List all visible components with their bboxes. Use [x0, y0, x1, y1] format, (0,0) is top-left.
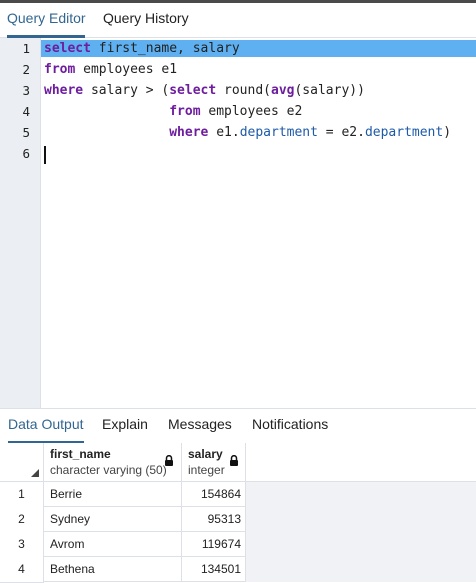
data-output-grid: first_name character varying (50) salary… [0, 443, 476, 583]
column-name: first_name [50, 447, 111, 461]
code-line-3: where salary > (select round(avg(salary)… [44, 80, 365, 101]
sql-text: employees e1 [75, 62, 178, 77]
line-number-gutter: 1 2 3 4 5 6 [0, 38, 41, 408]
grid-empty-area [246, 557, 476, 582]
line-number: 6 [22, 146, 30, 161]
tab-notifications[interactable]: Notifications [252, 409, 328, 443]
line-number: 4 [22, 104, 30, 119]
sql-text: ) [443, 125, 452, 140]
row-number[interactable]: 4 [0, 557, 44, 583]
sql-keyword: where [169, 125, 209, 140]
line-number: 1 [22, 41, 30, 56]
line-number: 2 [22, 62, 30, 77]
sql-identifier: department [239, 125, 318, 140]
text-cursor [44, 146, 46, 164]
column-header-salary[interactable]: salary integer [182, 443, 246, 482]
sql-text: = e2. [317, 125, 365, 140]
row-number[interactable]: 2 [0, 507, 44, 533]
select-all-corner-icon [31, 469, 39, 477]
output-tab-bar: Data Output Explain Messages Notificatio… [0, 408, 476, 444]
select-all-corner[interactable] [0, 443, 44, 482]
cell-salary[interactable]: 119674 [182, 532, 246, 557]
grid-empty-area [246, 507, 476, 532]
column-type: integer [188, 463, 225, 477]
sql-indent [44, 104, 169, 119]
sql-indent [44, 125, 169, 140]
grid-header-empty [246, 443, 476, 482]
column-type: character varying (50) [50, 463, 167, 477]
sql-text: employees e2 [200, 104, 303, 119]
column-name: salary [188, 447, 223, 461]
row-number[interactable]: 3 [0, 532, 44, 558]
tab-messages[interactable]: Messages [168, 409, 232, 443]
cell-salary[interactable]: 95313 [182, 507, 246, 532]
tab-query-editor[interactable]: Query Editor [7, 3, 86, 38]
sql-keyword: select [44, 41, 91, 56]
sql-text: e1. [208, 125, 240, 140]
tab-explain[interactable]: Explain [102, 409, 148, 443]
code-line-5: where e1.department = e2.department) [44, 122, 451, 143]
sql-editor[interactable]: select first_name, salary from employees… [41, 38, 476, 408]
editor-tab-bar: Query Editor Query History [0, 3, 476, 38]
cell-salary[interactable]: 134501 [182, 557, 246, 582]
sql-text: round( [216, 83, 271, 98]
cell-salary[interactable]: 154864 [182, 482, 246, 507]
sql-text: salary > ( [83, 83, 170, 98]
sql-keyword: where [44, 83, 84, 98]
lock-icon [230, 455, 238, 466]
tab-data-output[interactable]: Data Output [8, 409, 84, 444]
line-number: 3 [22, 83, 30, 98]
code-line-1: select first_name, salary [44, 38, 240, 59]
sql-text: (salary)) [294, 83, 365, 98]
cell-first-name[interactable]: Bethena [44, 557, 182, 582]
cell-first-name[interactable]: Berrie [44, 482, 182, 507]
lock-icon [165, 455, 173, 466]
code-line-4: from employees e2 [44, 101, 302, 122]
line-number: 5 [22, 125, 30, 140]
sql-keyword: select [169, 83, 217, 98]
sql-identifier: department [364, 125, 444, 140]
cell-first-name[interactable]: Sydney [44, 507, 182, 532]
column-header-first-name[interactable]: first_name character varying (50) [44, 443, 182, 482]
grid-empty-area [246, 482, 476, 507]
sql-keyword: avg [271, 83, 295, 98]
tab-query-history[interactable]: Query History [103, 3, 189, 37]
cell-first-name[interactable]: Avrom [44, 532, 182, 557]
row-number[interactable]: 1 [0, 482, 44, 508]
sql-text: first_name, salary [90, 41, 240, 56]
code-line-2: from employees e1 [44, 59, 177, 80]
sql-keyword: from [169, 104, 201, 119]
sql-keyword: from [44, 62, 76, 77]
grid-empty-area [246, 532, 476, 557]
